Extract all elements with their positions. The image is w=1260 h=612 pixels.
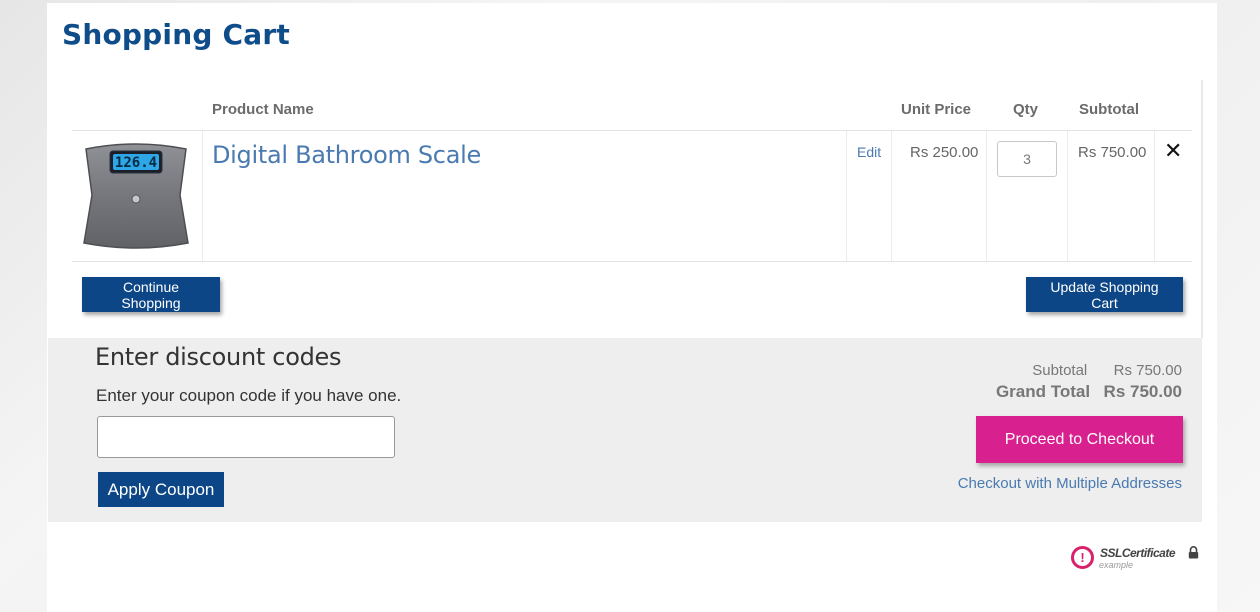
header-product-name: Product Name — [212, 101, 314, 118]
qty-input[interactable] — [997, 141, 1057, 177]
checkout-multiple-addresses-link[interactable]: Checkout with Multiple Addresses — [958, 475, 1182, 492]
grand-total-value: Rs 750.00 — [1103, 382, 1182, 401]
row-subtotal: Rs 750.00 — [1078, 144, 1147, 161]
ssl-subtitle: example — [1099, 560, 1134, 570]
ssl-badge: ! SSLCertificate example — [1071, 543, 1201, 573]
row-divider — [72, 261, 1192, 262]
product-image[interactable]: 126.4 — [80, 139, 192, 251]
apply-coupon-button[interactable]: Apply Coupon — [98, 472, 224, 507]
page-container: Shopping Cart Product Name Unit Price Qt… — [47, 3, 1217, 612]
col-divider — [1154, 131, 1155, 261]
product-name-link[interactable]: Digital Bathroom Scale — [212, 141, 481, 169]
subtotal-row: Subtotal Rs 750.00 — [1032, 362, 1182, 379]
header-divider — [72, 130, 1192, 131]
col-divider — [1067, 131, 1068, 261]
col-divider — [202, 131, 203, 261]
grand-total-label: Grand Total — [995, 382, 1091, 401]
grand-total-row: Grand Total Rs 750.00 — [996, 382, 1182, 402]
header-unit-price: Unit Price — [901, 101, 972, 118]
unit-price: Rs 250.00 — [910, 144, 979, 161]
col-divider — [986, 131, 987, 261]
discount-title: Enter discount codes — [95, 343, 342, 371]
update-cart-button[interactable]: Update Shopping Cart — [1026, 277, 1183, 312]
coupon-input[interactable] — [97, 416, 395, 458]
page-title: Shopping Cart — [62, 18, 290, 51]
header-qty: Qty — [1013, 101, 1039, 118]
proceed-to-checkout-button[interactable]: Proceed to Checkout — [976, 416, 1183, 463]
remove-item-icon[interactable]: ✕ — [1164, 138, 1182, 164]
coupon-description: Enter your coupon code if you have one. — [96, 386, 402, 405]
ssl-title: SSLCertificate — [1100, 546, 1176, 560]
lock-icon — [1188, 546, 1199, 559]
discount-panel: Enter discount codes Enter your coupon c… — [48, 338, 1202, 522]
col-divider — [891, 131, 892, 261]
continue-shopping-button[interactable]: Continue Shopping — [82, 277, 220, 312]
ssl-alert-icon: ! — [1071, 546, 1094, 569]
edit-link[interactable]: Edit — [857, 144, 881, 160]
scale-display-text: 126.4 — [115, 155, 157, 171]
subtotal-label: Subtotal — [1032, 362, 1088, 379]
header-subtotal: Subtotal — [1079, 101, 1139, 118]
col-divider — [846, 131, 847, 261]
subtotal-value: Rs 750.00 — [1113, 362, 1182, 379]
